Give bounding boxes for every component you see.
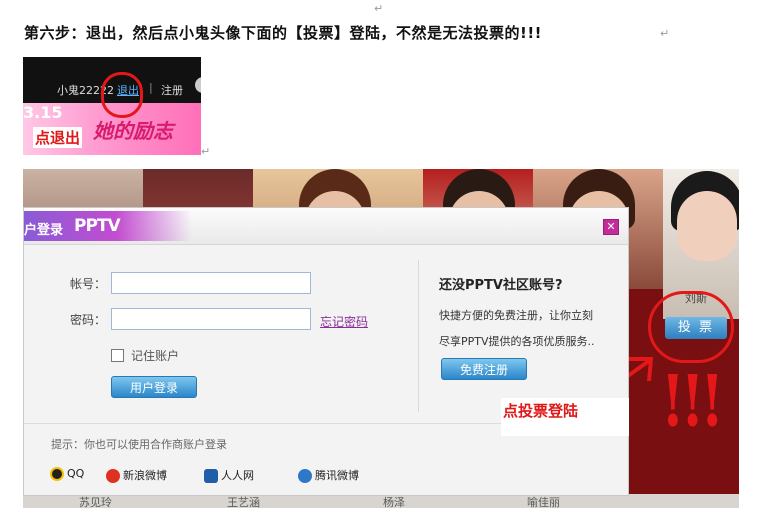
remember-label: 记住账户 xyxy=(131,349,180,363)
qq-penguin-icon xyxy=(50,467,64,481)
partner-label: 新浪微博 xyxy=(123,469,167,482)
paragraph-mark: ↵ xyxy=(660,27,670,40)
paragraph-mark: ↵ xyxy=(374,2,384,15)
link-separator: | xyxy=(149,81,153,94)
exclamation-marks: !!! xyxy=(661,359,724,443)
vote-highlight-circle xyxy=(648,291,734,363)
vote-login-callout: 点投票登陆 xyxy=(501,398,629,436)
account-input[interactable] xyxy=(111,272,311,294)
vote-page-screenshot: 刘斯 投 票 !!! 苏见玲 王艺涵 杨泽 喻佳丽 户登录 PPTV ✕ 帐号：… xyxy=(23,169,739,508)
password-label: 密码： xyxy=(70,313,107,327)
partner-label: 腾讯微博 xyxy=(315,469,359,482)
tencent-weibo-login-link[interactable]: 腾讯微博 xyxy=(298,467,359,483)
renren-icon xyxy=(204,469,218,483)
dialog-title: 户登录 xyxy=(24,223,64,238)
partner-hint: 提示：你也可以使用合作商账户登录 xyxy=(51,438,227,451)
tencent-weibo-icon xyxy=(298,469,312,483)
account-label: 帐号： xyxy=(70,277,107,291)
password-input[interactable] xyxy=(111,308,311,330)
register-button[interactable]: 免费注册 xyxy=(441,358,527,380)
banner-slogan: 她的励志 xyxy=(93,119,173,143)
weibo-login-link[interactable]: 新浪微博 xyxy=(106,467,167,483)
pptv-logo: PPTV xyxy=(74,216,121,236)
register-link[interactable]: 注册 xyxy=(161,82,183,98)
partner-label: QQ xyxy=(67,467,85,480)
round-button[interactable] xyxy=(195,77,201,93)
register-description: 尽享PPTV提供的各项优质服务.. xyxy=(439,335,595,348)
banner-number: 3.15 xyxy=(23,103,63,122)
register-heading: 还没PPTV社区账号? xyxy=(439,278,563,293)
paragraph-mark: ↵ xyxy=(201,145,211,158)
candidate-name: 喻佳丽 xyxy=(527,496,560,508)
logout-annotation: 点退出 xyxy=(33,127,83,148)
dialog-header: 户登录 PPTV ✕ xyxy=(24,208,628,245)
close-icon[interactable]: ✕ xyxy=(603,219,619,235)
qq-login-link[interactable]: QQ xyxy=(50,467,84,481)
renren-login-link[interactable]: 人人网 xyxy=(204,467,254,483)
login-button[interactable]: 用户登录 xyxy=(111,376,197,398)
candidate-name: 杨泽 xyxy=(383,496,405,508)
candidate-name: 苏见玲 xyxy=(79,496,112,508)
weibo-icon xyxy=(106,469,120,483)
remember-checkbox[interactable] xyxy=(111,349,124,362)
vertical-divider xyxy=(418,260,419,412)
register-description: 快捷方便的免费注册，让你立刻 xyxy=(439,309,593,322)
step-heading: 第六步：退出，然后点小鬼头像下面的【投票】登陆，不然是无法投票的!!! xyxy=(24,24,543,42)
candidate-name: 王艺涵 xyxy=(227,496,260,508)
name-strip xyxy=(23,494,739,508)
face-shape xyxy=(677,191,737,261)
partner-label: 人人网 xyxy=(221,469,254,482)
dialog-brand-bar: 户登录 PPTV xyxy=(24,211,192,241)
logout-highlight-circle xyxy=(101,72,143,118)
forgot-password-link[interactable]: 忘记密码 xyxy=(320,313,368,330)
login-dialog: 户登录 PPTV ✕ 帐号： 密码： 忘记密码 记住账户 用户登录 还没PPTV… xyxy=(23,207,629,496)
